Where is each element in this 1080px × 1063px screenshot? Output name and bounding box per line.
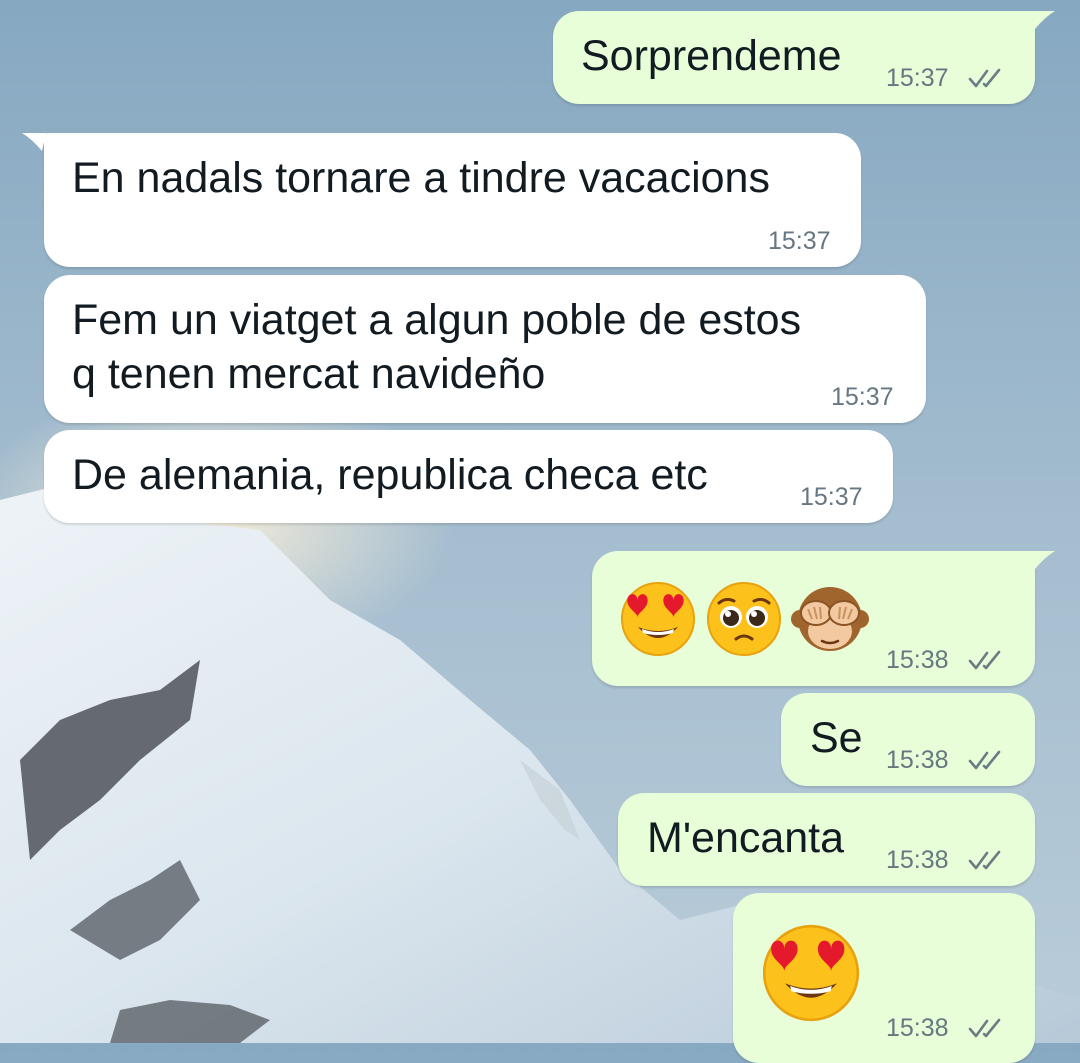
double-check-icon (968, 750, 1001, 770)
heart-eyes-emoji (621, 582, 695, 656)
message-timestamp: 15:37 (886, 64, 949, 92)
message-timestamp: 15:37 (831, 383, 894, 411)
message-bubble-incoming[interactable]: De alemania, republica checa etc 15:37 (44, 430, 893, 523)
message-timestamp: 15:38 (886, 846, 949, 874)
bubble-tail (22, 133, 46, 151)
message-text: Fem un viatget a algun poble de estos q … (72, 296, 802, 398)
bubble-tail (1031, 551, 1055, 569)
message-timestamp: 15:37 (768, 227, 831, 255)
double-check-icon (968, 650, 1001, 670)
emoji-row (618, 579, 870, 659)
message-bubble-incoming[interactable]: Fem un viatget a algun poble de estos q … (44, 275, 926, 423)
message-timestamp: 15:37 (800, 483, 863, 511)
bubble-tail (1031, 11, 1055, 29)
message-timestamp: 15:38 (886, 746, 949, 774)
message-text: De alemania, republica checa etc (72, 451, 708, 499)
message-text: En nadals tornare a tindre vacacions (72, 154, 770, 202)
message-text: Se (810, 714, 863, 762)
message-bubble-outgoing[interactable]: Se 15:38 (781, 693, 1035, 786)
double-check-icon (968, 68, 1001, 88)
double-check-icon (968, 850, 1001, 870)
message-timestamp: 15:38 (886, 646, 949, 674)
message-bubble-outgoing[interactable]: 15:38 (733, 893, 1035, 1063)
message-bubble-outgoing[interactable]: Sorprendeme 15:37 (553, 11, 1035, 104)
double-check-icon (968, 1018, 1001, 1038)
message-bubble-outgoing[interactable]: M'encanta 15:38 (618, 793, 1035, 886)
message-text: M'encanta (647, 814, 845, 862)
pleading-face-emoji (707, 582, 781, 656)
message-timestamp: 15:38 (886, 1014, 949, 1042)
message-text: Sorprendeme (581, 32, 842, 80)
message-bubble-incoming[interactable]: En nadals tornare a tindre vacacions 15:… (44, 133, 861, 267)
see-no-evil-monkey-emoji (791, 587, 869, 651)
heart-eyes-emoji (762, 924, 860, 1022)
message-bubble-outgoing[interactable]: 15:38 (592, 551, 1035, 686)
